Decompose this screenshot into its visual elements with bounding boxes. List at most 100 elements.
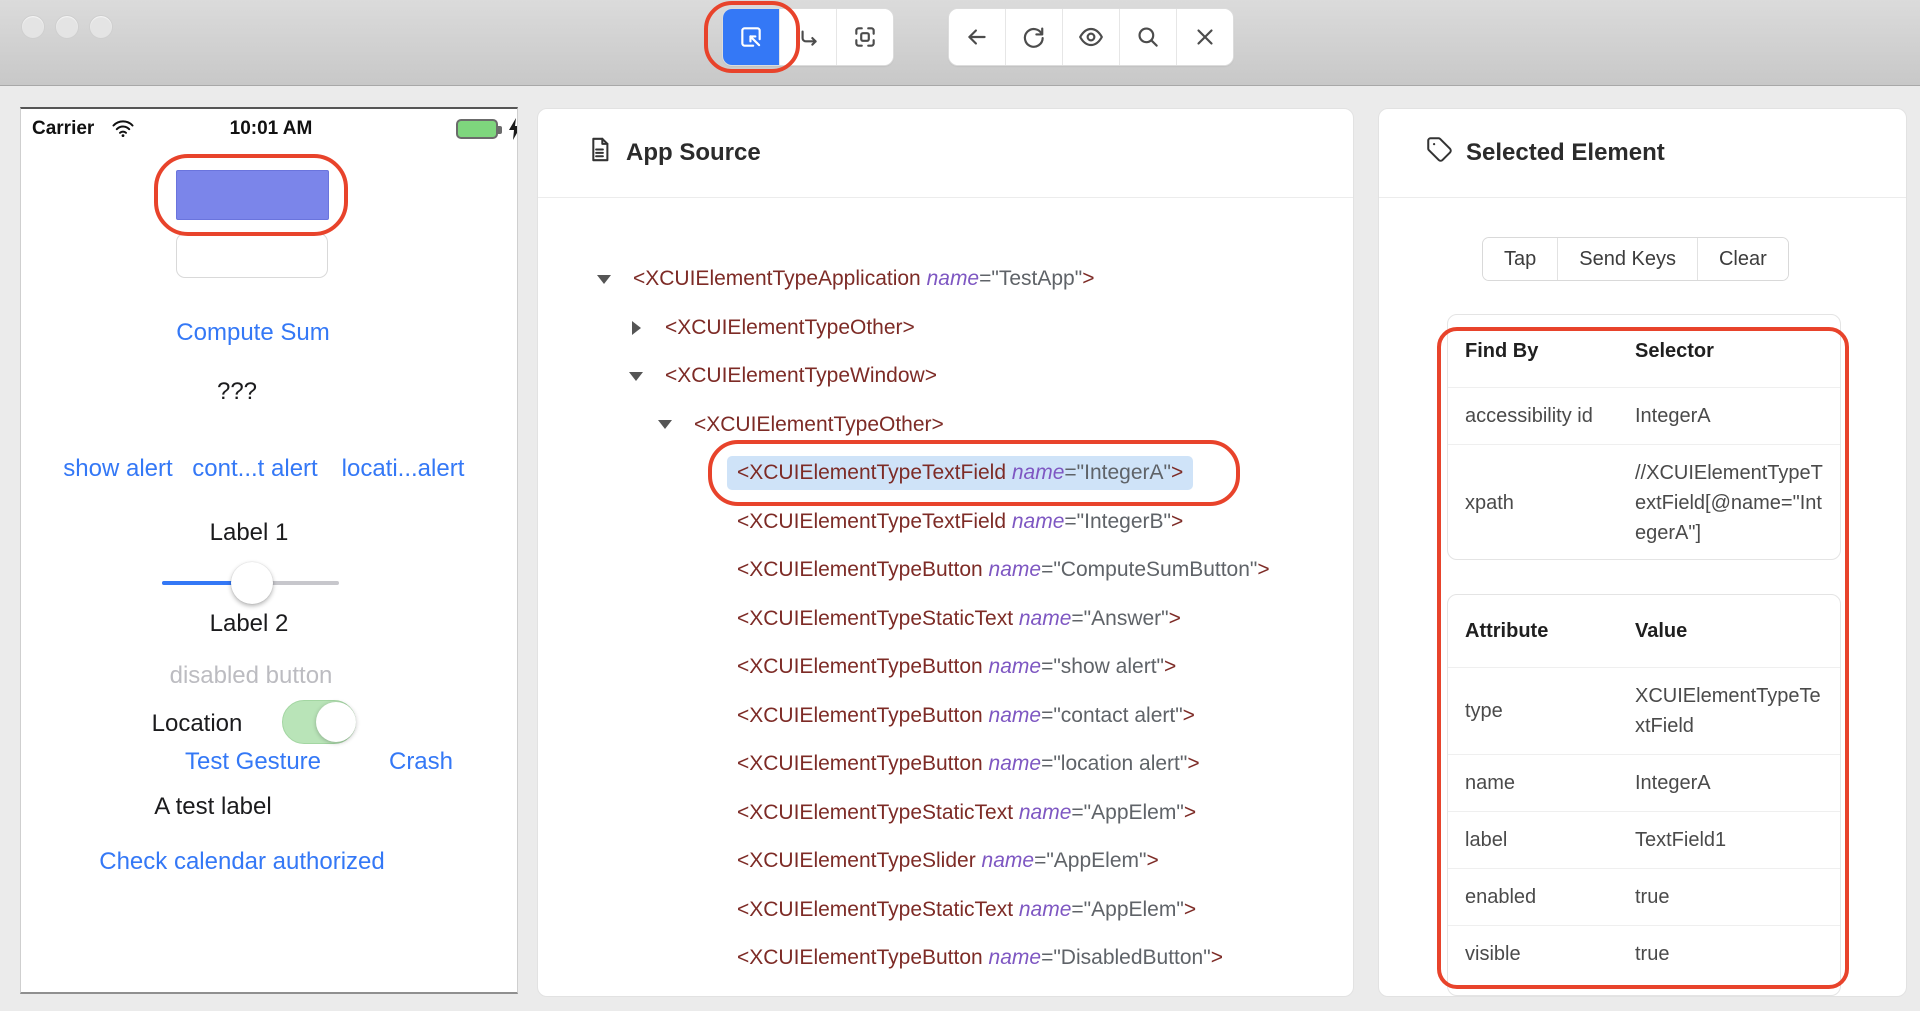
find-by-row-key: accessibility id: [1448, 401, 1635, 431]
xml-node-text: <XCUIElementTypeTextField name="IntegerA…: [727, 456, 1193, 490]
toggle-knob: [316, 702, 356, 742]
send-keys-button[interactable]: Send Keys: [1558, 238, 1698, 280]
selected-element-panel: Selected Element Tap Send Keys Clear Fin…: [1378, 108, 1907, 997]
attribute-row-value: IntegerA: [1635, 768, 1840, 798]
tap-button[interactable]: Tap: [1483, 238, 1558, 280]
swipe-by-coordinates-button[interactable]: [780, 9, 837, 65]
source-tree-row[interactable]: <XCUIElementTypeButton name="DisabledBut…: [538, 934, 1353, 983]
show-alert-button[interactable]: show alert: [63, 455, 172, 483]
find-by-row: xpath//XCUIElementTypeTextField[@name="I…: [1448, 445, 1840, 560]
toolbar-action-group: [948, 8, 1234, 66]
attribute-row: typeXCUIElementTypeTextField: [1448, 668, 1840, 755]
source-tree-row[interactable]: <XCUIElementTypeButton name="location al…: [538, 740, 1353, 789]
refresh-icon: [1021, 24, 1047, 50]
location-toggle[interactable]: [282, 700, 356, 744]
xml-node-text: <XCUIElementTypeButton name="DisabledBut…: [727, 941, 1233, 975]
zoom-window-button[interactable]: [89, 15, 113, 39]
caret-icon[interactable]: [625, 372, 647, 381]
caret-icon[interactable]: [654, 420, 676, 429]
toolbar-mode-group: [722, 8, 894, 66]
crash-button[interactable]: Crash: [389, 748, 453, 776]
xml-node-text: <XCUIElementTypeWindow>: [655, 359, 947, 393]
source-tree-row[interactable]: <XCUIElementTypeOther>: [538, 401, 1353, 450]
find-by-table-header: Find By Selector: [1448, 315, 1840, 388]
source-tree-row[interactable]: <XCUIElementTypeButton name="show alert"…: [538, 643, 1353, 692]
select-elements-icon: [738, 24, 764, 50]
xml-node-text: <XCUIElementTypeApplication name="TestAp…: [623, 262, 1104, 296]
source-tree-row[interactable]: <XCUIElementTypeWindow>: [538, 352, 1353, 401]
integer-a-field-highlighted[interactable]: [176, 170, 329, 220]
device-screenshot-panel: Carrier 10:01 AM Compute Sum ??? show al…: [20, 107, 518, 994]
attribute-table: Attribute Value typeXCUIElementTypeTextF…: [1447, 594, 1841, 996]
highlight-elements-button[interactable]: [1063, 9, 1120, 65]
back-arrow-icon: [964, 24, 990, 50]
xml-node-text: <XCUIElementTypeOther>: [655, 311, 925, 345]
source-tree-row[interactable]: <XCUIElementTypeStaticText name="Answer"…: [538, 595, 1353, 644]
xml-node-text: <XCUIElementTypeButton name="ComputeSumB…: [727, 553, 1280, 587]
source-tree-row[interactable]: <XCUIElementTypeTextField name="IntegerB…: [538, 498, 1353, 547]
minimize-window-button[interactable]: [55, 15, 79, 39]
test-label: A test label: [154, 793, 271, 821]
find-by-row-key: xpath: [1448, 488, 1635, 518]
status-time: 10:01 AM: [230, 118, 313, 140]
refresh-button[interactable]: [1006, 9, 1063, 65]
attribute-row-value: true: [1635, 939, 1840, 969]
test-gesture-button[interactable]: Test Gesture: [185, 748, 321, 776]
search-button[interactable]: [1120, 9, 1177, 65]
attribute-header-cell: Attribute: [1448, 616, 1635, 646]
search-icon: [1135, 24, 1161, 50]
xml-node-text: <XCUIElementTypeStaticText name="AppElem…: [727, 796, 1206, 830]
xml-node-text: <XCUIElementTypeOther>: [684, 408, 954, 442]
source-tree-row[interactable]: <XCUIElementTypeButton name="contact ale…: [538, 692, 1353, 741]
slider-knob[interactable]: [231, 562, 273, 604]
close-window-button[interactable]: [21, 15, 45, 39]
attribute-row: nameIntegerA: [1448, 755, 1840, 812]
integer-b-field[interactable]: [176, 233, 328, 278]
attribute-table-header: Attribute Value: [1448, 595, 1840, 668]
carrier-label: Carrier: [32, 118, 94, 140]
caret-icon[interactable]: [593, 275, 615, 284]
source-tree-row[interactable]: <XCUIElementTypeStaticText name="AppElem…: [538, 886, 1353, 935]
attribute-row-value: true: [1635, 882, 1840, 912]
device-status-bar: Carrier 10:01 AM: [21, 115, 517, 143]
contact-alert-button[interactable]: cont...t alert: [192, 455, 317, 483]
element-action-group: Tap Send Keys Clear: [1482, 237, 1789, 281]
select-elements-button[interactable]: [723, 9, 780, 65]
selected-element-header: Selected Element: [1379, 109, 1906, 198]
source-tree-row[interactable]: <XCUIElementTypeTextField name="IntegerA…: [538, 449, 1353, 498]
attribute-row: enabledtrue: [1448, 869, 1840, 926]
label-2: Label 2: [210, 610, 289, 638]
xml-node-text: <XCUIElementTypeStaticText name="AppElem…: [727, 893, 1206, 927]
source-tree-row[interactable]: <XCUIElementTypeButton name="ComputeSumB…: [538, 546, 1353, 595]
tag-icon: [1426, 136, 1453, 170]
attribute-row: labelTextField1: [1448, 812, 1840, 869]
source-tree-row[interactable]: <XCUIElementTypeApplication name="TestAp…: [538, 255, 1353, 304]
caret-icon[interactable]: [625, 321, 647, 335]
check-calendar-button[interactable]: Check calendar authorized: [99, 848, 385, 876]
document-icon: [586, 136, 613, 170]
location-alert-button[interactable]: locati...alert: [342, 455, 465, 483]
back-button[interactable]: [949, 9, 1006, 65]
compute-sum-button[interactable]: Compute Sum: [176, 319, 329, 347]
find-by-header-cell: Find By: [1448, 336, 1635, 366]
xml-node-text: <XCUIElementTypeTextField name="IntegerB…: [727, 505, 1193, 539]
clear-button[interactable]: Clear: [1698, 238, 1788, 280]
caret-down-icon: [629, 372, 643, 381]
swipe-by-coordinates-icon: [795, 24, 821, 50]
source-tree-row[interactable]: <XCUIElementTypeStaticText name="AppElem…: [538, 789, 1353, 838]
xml-node-text: <XCUIElementTypeButton name="show alert"…: [727, 650, 1186, 684]
screenshot-expand-button[interactable]: [837, 9, 893, 65]
source-tree-row[interactable]: <XCUIElementTypeOther>: [538, 304, 1353, 353]
selected-element-title: Selected Element: [1466, 139, 1665, 167]
quit-session-button[interactable]: [1177, 9, 1233, 65]
caret-down-icon: [597, 275, 611, 284]
source-tree-row[interactable]: <XCUIElementTypeSlider name="AppElem">: [538, 837, 1353, 886]
attribute-row-value: XCUIElementTypeTextField: [1635, 681, 1840, 741]
find-by-row-value: IntegerA: [1635, 401, 1840, 431]
eye-icon: [1078, 24, 1104, 50]
xml-node-text: <XCUIElementTypeButton name="contact ale…: [727, 699, 1205, 733]
attribute-row-key: enabled: [1448, 882, 1635, 912]
find-by-row-value: //XCUIElementTypeTextField[@name="Intege…: [1635, 458, 1840, 548]
caret-down-icon: [658, 420, 672, 429]
app-source-header: App Source: [538, 109, 1353, 198]
